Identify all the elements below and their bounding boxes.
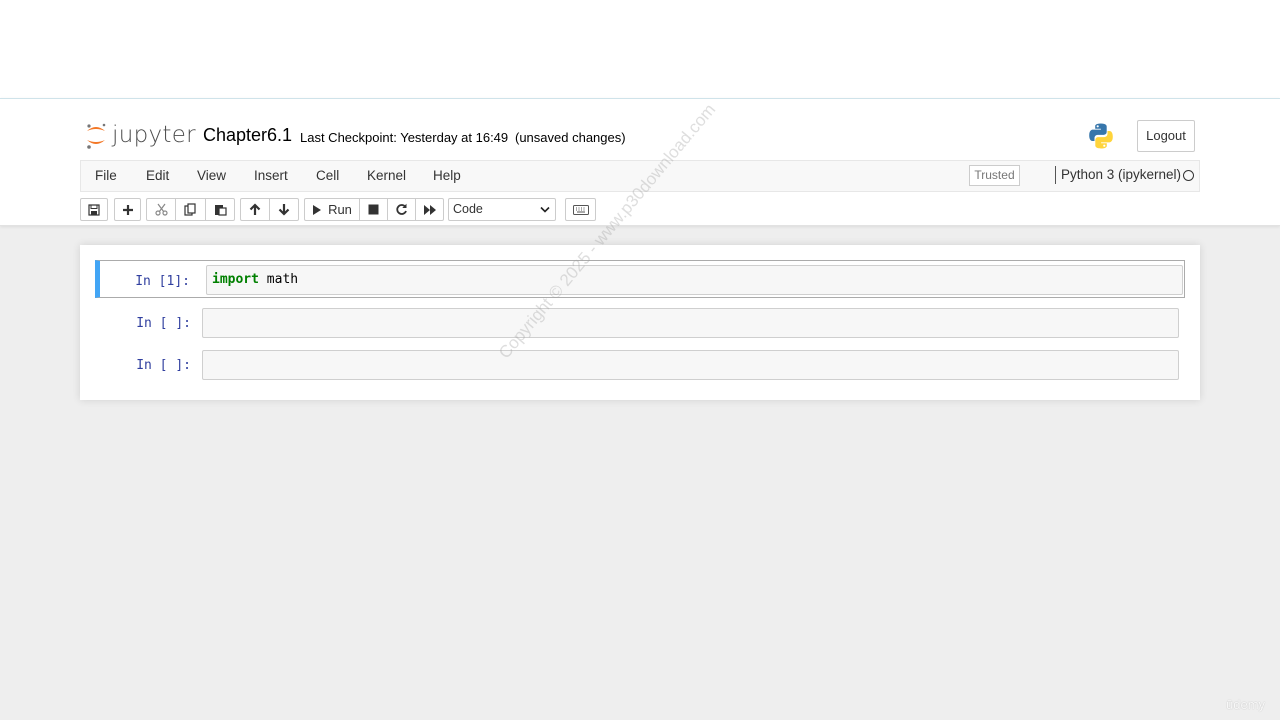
python-logo-icon — [1087, 122, 1115, 155]
copy-icon — [184, 203, 196, 216]
checkpoint-status: Last Checkpoint: Yesterday at 16:49 — [300, 130, 509, 145]
arrow-down-icon — [278, 204, 290, 216]
cell-prompt: In [ ]: — [136, 316, 191, 331]
cell-type-select[interactable]: Code — [448, 198, 556, 221]
code-cell-2[interactable]: In [ ]: — [95, 303, 1185, 341]
cell-prompt: In [ ]: — [136, 358, 191, 373]
paste-icon — [214, 205, 227, 216]
restart-icon — [396, 203, 407, 215]
logo-text: jupyter — [112, 122, 196, 148]
play-icon — [313, 204, 322, 215]
code-cell-3[interactable]: In [ ]: — [95, 345, 1185, 383]
menu-view[interactable]: View — [197, 168, 226, 183]
top-blank-area — [0, 0, 1280, 98]
notebook-title[interactable]: Chapter6.1 — [203, 125, 292, 146]
move-down-button[interactable] — [269, 198, 299, 221]
paste-button[interactable] — [205, 198, 235, 221]
jupyter-logo-icon — [87, 123, 106, 149]
cell-type-value: Code — [453, 202, 483, 216]
code-text: math — [258, 272, 299, 287]
chevron-down-icon — [540, 206, 550, 213]
jupyter-logo[interactable]: jupyter — [84, 121, 196, 151]
menu-file[interactable]: File — [95, 168, 117, 183]
stop-icon — [368, 204, 379, 215]
copy-button[interactable] — [175, 198, 206, 221]
menu-cell[interactable]: Cell — [316, 168, 339, 183]
code-keyword: import — [212, 272, 259, 287]
corner-brand: ūdemy — [1226, 697, 1266, 712]
save-icon — [88, 203, 100, 216]
menu-edit[interactable]: Edit — [146, 168, 169, 183]
command-palette-button[interactable] — [565, 198, 596, 221]
kernel-name[interactable]: Python 3 (ipykernel) — [1061, 167, 1181, 182]
kernel-idle-icon — [1183, 170, 1194, 181]
run-button[interactable]: Run — [304, 198, 360, 221]
insert-cell-button[interactable] — [114, 198, 141, 221]
cell-prompt: In [1]: — [135, 274, 190, 289]
kernel-separator — [1055, 166, 1056, 184]
cut-button[interactable] — [146, 198, 176, 221]
save-button[interactable] — [80, 198, 108, 221]
scissors-icon — [154, 203, 168, 216]
keyboard-icon — [572, 204, 589, 215]
menu-kernel[interactable]: Kernel — [367, 168, 406, 183]
interrupt-button[interactable] — [359, 198, 388, 221]
code-cell-1[interactable]: In [1]: import math — [95, 260, 1185, 298]
arrow-up-icon — [249, 203, 261, 215]
menu-insert[interactable]: Insert — [254, 168, 288, 183]
code-editor[interactable] — [202, 350, 1179, 380]
run-label: Run — [328, 202, 352, 217]
code-editor[interactable]: import math — [206, 265, 1183, 295]
logout-button[interactable]: Logout — [1137, 120, 1195, 152]
restart-run-all-button[interactable] — [415, 198, 444, 221]
move-up-button[interactable] — [240, 198, 270, 221]
code-editor[interactable] — [202, 308, 1179, 338]
plus-icon — [122, 204, 133, 215]
autosave-status: (unsaved changes) — [515, 130, 626, 145]
menu-help[interactable]: Help — [433, 168, 461, 183]
trusted-indicator[interactable]: Trusted — [969, 165, 1020, 186]
restart-button[interactable] — [387, 198, 416, 221]
fast-forward-icon — [423, 204, 436, 215]
